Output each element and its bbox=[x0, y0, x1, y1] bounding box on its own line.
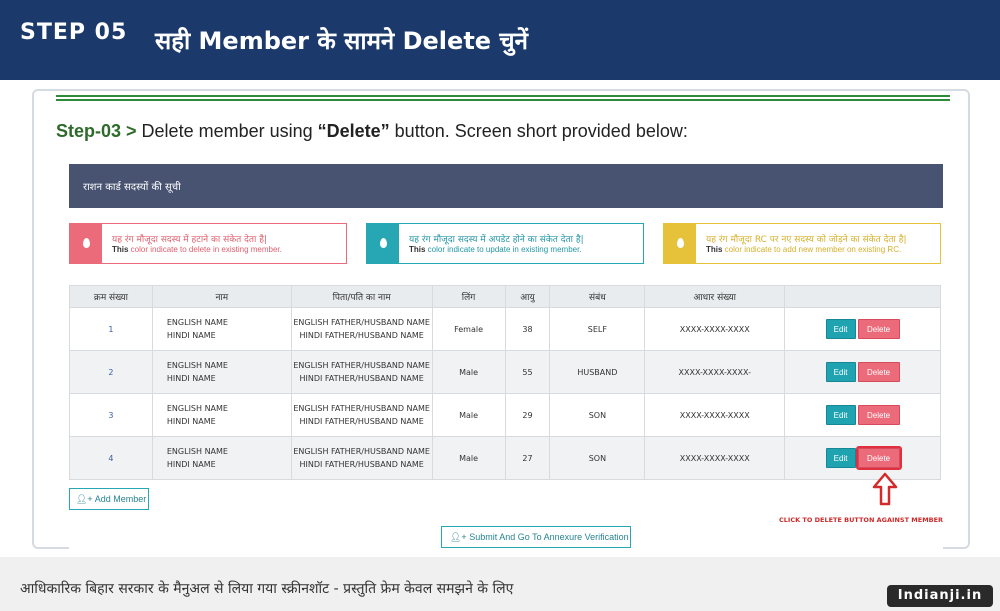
screenshot-card: Step-03 > Delete member using “Delete” b… bbox=[32, 89, 970, 549]
col-header-actions bbox=[784, 285, 941, 308]
step-label: STEP 05 bbox=[20, 20, 128, 45]
panel-title: राशन कार्ड सदस्यों की सूची bbox=[83, 182, 181, 193]
drop-icon bbox=[380, 238, 387, 248]
delete-button[interactable]: Delete bbox=[857, 405, 900, 425]
cell-serial: 3 bbox=[69, 393, 153, 437]
cell-age: 38 bbox=[504, 307, 551, 351]
drop-icon bbox=[83, 238, 90, 248]
submit-annexure-button[interactable]: 👤︎+ Submit And Go To Annexure Verificati… bbox=[441, 526, 631, 548]
cell-father-name: ENGLISH FATHER/HUSBAND NAME HINDI FATHER/… bbox=[290, 307, 433, 351]
table-row: 2 ENGLISH NAME HINDI NAME ENGLISH FATHER/… bbox=[69, 350, 941, 394]
cell-actions: Edit Delete bbox=[784, 350, 941, 394]
delete-button[interactable]: Delete bbox=[857, 319, 900, 339]
cell-actions: Edit Delete bbox=[784, 307, 941, 351]
cell-name: ENGLISH NAME HINDI NAME bbox=[151, 350, 292, 394]
footer-caption: आधिकारिक बिहार सरकार के मैनुअल से लिया ग… bbox=[20, 581, 514, 597]
col-header-aadhaar: आधार संख्या bbox=[644, 285, 786, 308]
add-user-icon: 👤︎+ bbox=[450, 532, 467, 542]
cell-age: 27 bbox=[504, 436, 551, 480]
legend-english-text: This color indicate to update in existin… bbox=[409, 245, 582, 254]
legend-hindi-text: यह रंग मौजूदा सदस्य में हटाने का संकेत द… bbox=[112, 235, 268, 245]
add-user-icon: 👤︎+ bbox=[76, 494, 93, 504]
col-header-gender: लिंग bbox=[431, 285, 506, 308]
brand-badge: Indianji.in bbox=[887, 585, 993, 607]
edit-button[interactable]: Edit bbox=[825, 448, 856, 468]
divider-line bbox=[56, 95, 950, 97]
col-header-father-name: पिता/पति का नाम bbox=[290, 285, 433, 308]
cell-actions: Edit Delete bbox=[784, 393, 941, 437]
table-header-row: क्रम संख्या नाम पिता/पति का नाम लिंग आयु… bbox=[69, 285, 941, 308]
instruction-step: Step-03 bbox=[56, 121, 122, 141]
edit-button[interactable]: Edit bbox=[825, 319, 856, 339]
cell-relation: HUSBAND bbox=[549, 350, 646, 394]
footer-bar: आधिकारिक बिहार सरकार के मैनुअल से लिया ग… bbox=[0, 557, 1000, 611]
legend-english-text: This color indicate to add new member on… bbox=[706, 245, 902, 254]
cell-relation: SON bbox=[549, 393, 646, 437]
legend-hindi-text: यह रंग मौजूदा सदस्य में अपडेट होने का सं… bbox=[409, 235, 584, 245]
table-row: 1 ENGLISH NAME HINDI NAME ENGLISH FATHER/… bbox=[69, 307, 941, 351]
page: STEP 05 सही Member के सामने Delete चुनें… bbox=[0, 0, 1000, 611]
cell-name: ENGLISH NAME HINDI NAME bbox=[151, 436, 292, 480]
cell-gender: Male bbox=[431, 393, 506, 437]
cell-name: ENGLISH NAME HINDI NAME bbox=[151, 393, 292, 437]
cell-serial: 1 bbox=[69, 307, 153, 351]
edit-button[interactable]: Edit bbox=[825, 405, 856, 425]
up-arrow-icon bbox=[872, 472, 898, 506]
cell-aadhaar: XXXX-XXXX-XXXX bbox=[644, 393, 786, 437]
col-header-serial: क्रम संख्या bbox=[69, 285, 153, 308]
legend-add: यह रंग मौजूदा RC पर नए सदस्य को जोड़ने क… bbox=[663, 223, 941, 264]
cell-aadhaar: XXXX-XXXX-XXXX- bbox=[644, 350, 786, 394]
delete-button-highlighted[interactable]: Delete bbox=[855, 446, 902, 470]
instruction-bold: “Delete” bbox=[317, 121, 390, 141]
legend-delete: यह रंग मौजूदा सदस्य में हटाने का संकेत द… bbox=[69, 223, 347, 264]
legend-color-swatch bbox=[367, 224, 399, 263]
cell-actions: Edit Delete bbox=[784, 436, 941, 480]
drop-icon bbox=[677, 238, 684, 248]
instruction-text: Step-03 > Delete member using “Delete” b… bbox=[56, 121, 688, 142]
step-title: सही Member के सामने Delete चुनें bbox=[155, 27, 528, 55]
legend-color-swatch bbox=[70, 224, 102, 263]
table-row: 3 ENGLISH NAME HINDI NAME ENGLISH FATHER/… bbox=[69, 393, 941, 437]
delete-button[interactable]: Delete bbox=[857, 362, 900, 382]
add-member-button[interactable]: 👤︎+ Add Member bbox=[69, 488, 149, 510]
col-header-relation: संबंध bbox=[549, 285, 646, 308]
instruction-pre: Delete member using bbox=[141, 121, 318, 141]
table-row: 4 ENGLISH NAME HINDI NAME ENGLISH FATHER/… bbox=[69, 436, 941, 480]
cell-father-name: ENGLISH FATHER/HUSBAND NAME HINDI FATHER/… bbox=[290, 393, 433, 437]
cell-aadhaar: XXXX-XXXX-XXXX bbox=[644, 307, 786, 351]
edit-button[interactable]: Edit bbox=[825, 362, 856, 382]
cell-age: 29 bbox=[504, 393, 551, 437]
col-header-name: नाम bbox=[151, 285, 292, 308]
cell-gender: Female bbox=[431, 307, 506, 351]
instruction-separator: > bbox=[121, 121, 142, 141]
header-bar: STEP 05 सही Member के सामने Delete चुनें bbox=[0, 0, 1000, 80]
legend-update: यह रंग मौजूदा सदस्य में अपडेट होने का सं… bbox=[366, 223, 644, 264]
divider-line bbox=[56, 99, 950, 101]
ration-card-screen: राशन कार्ड सदस्यों की सूची यह रंग मौजूदा… bbox=[69, 164, 943, 549]
cell-father-name: ENGLISH FATHER/HUSBAND NAME HINDI FATHER/… bbox=[290, 350, 433, 394]
cell-gender: Male bbox=[431, 350, 506, 394]
cell-gender: Male bbox=[431, 436, 506, 480]
legend-color-swatch bbox=[664, 224, 696, 263]
cell-relation: SON bbox=[549, 436, 646, 480]
cell-name: ENGLISH NAME HINDI NAME bbox=[151, 307, 292, 351]
legend-hindi-text: यह रंग मौजूदा RC पर नए सदस्य को जोड़ने क… bbox=[706, 235, 907, 245]
members-table: क्रम संख्या नाम पिता/पति का नाम लिंग आयु… bbox=[69, 285, 941, 480]
cell-serial: 2 bbox=[69, 350, 153, 394]
cell-father-name: ENGLISH FATHER/HUSBAND NAME HINDI FATHER/… bbox=[290, 436, 433, 480]
panel-header: राशन कार्ड सदस्यों की सूची bbox=[69, 164, 943, 208]
cell-age: 55 bbox=[504, 350, 551, 394]
cell-aadhaar: XXXX-XXXX-XXXX bbox=[644, 436, 786, 480]
cell-serial: 4 bbox=[69, 436, 153, 480]
instruction-post: button. Screen short provided below: bbox=[389, 121, 688, 141]
legend-english-text: This color indicate to delete in existin… bbox=[112, 245, 282, 254]
cell-relation: SELF bbox=[549, 307, 646, 351]
delete-hint-note: CLICK TO DELETE BUTTON AGAINST MEMBER bbox=[779, 516, 944, 524]
col-header-age: आयु bbox=[504, 285, 551, 308]
